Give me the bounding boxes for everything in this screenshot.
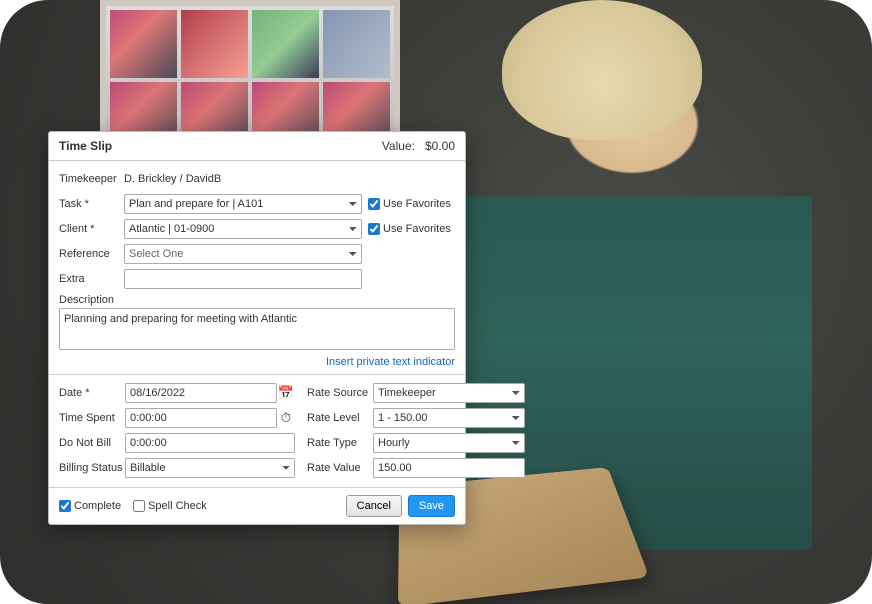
dialog-title: Time Slip — [59, 139, 112, 153]
rate-source-label: Rate Source — [307, 387, 373, 399]
client-label: Client * — [59, 223, 124, 235]
description-textarea[interactable]: Planning and preparing for meeting with … — [59, 308, 455, 350]
rate-level-select[interactable]: 1 - 150.00 — [373, 408, 525, 428]
description-label: Description — [59, 294, 455, 306]
rate-level-label: Rate Level — [307, 412, 373, 424]
task-favorites-toggle[interactable]: Use Favorites — [368, 198, 451, 210]
calendar-icon[interactable]: 📅 — [277, 384, 295, 402]
dialog-header: Time Slip Value: $0.00 — [49, 132, 465, 161]
reference-label: Reference — [59, 248, 124, 260]
complete-toggle[interactable]: Complete — [59, 500, 121, 512]
date-label: Date * — [59, 387, 125, 399]
cancel-button[interactable]: Cancel — [346, 495, 402, 517]
client-favorites-checkbox[interactable] — [368, 223, 380, 235]
time-spent-label: Time Spent — [59, 412, 125, 424]
dialog-footer: Complete Spell Check Cancel Save — [49, 487, 465, 524]
do-not-bill-input[interactable] — [125, 433, 295, 453]
timekeeper-label: Timekeeper — [59, 173, 124, 185]
task-favorites-checkbox[interactable] — [368, 198, 380, 210]
timekeeper-value: D. Brickley / DavidB — [124, 173, 221, 185]
client-select[interactable]: Atlantic | 01-0900 — [124, 219, 362, 239]
rate-value-label: Rate Value — [307, 462, 373, 474]
time-slip-dialog: Time Slip Value: $0.00 Timekeeper D. Bri… — [48, 131, 466, 525]
billing-status-label: Billing Status — [59, 462, 125, 474]
rate-type-label: Rate Type — [307, 437, 373, 449]
insert-private-text-link[interactable]: Insert private text indicator — [326, 356, 455, 368]
extra-label: Extra — [59, 273, 124, 285]
dialog-value: Value: $0.00 — [382, 139, 455, 153]
rate-value-input[interactable] — [373, 458, 525, 478]
complete-checkbox[interactable] — [59, 500, 71, 512]
rate-type-select[interactable]: Hourly — [373, 433, 525, 453]
person-hair — [502, 0, 702, 140]
spell-check-toggle[interactable]: Spell Check — [133, 500, 207, 512]
client-favorites-toggle[interactable]: Use Favorites — [368, 223, 451, 235]
save-button[interactable]: Save — [408, 495, 455, 517]
rate-source-select[interactable]: Timekeeper — [373, 383, 525, 403]
billing-status-select[interactable]: Billable — [125, 458, 295, 478]
extra-input[interactable] — [124, 269, 362, 289]
task-select[interactable]: Plan and prepare for | A101 — [124, 194, 362, 214]
reference-select[interactable]: Select One — [124, 244, 362, 264]
do-not-bill-label: Do Not Bill — [59, 437, 125, 449]
date-input[interactable] — [125, 383, 277, 403]
time-spent-input[interactable] — [125, 408, 277, 428]
task-label: Task * — [59, 198, 124, 210]
spell-check-checkbox[interactable] — [133, 500, 145, 512]
timer-icon[interactable]: ⏱ — [277, 409, 295, 427]
section-divider — [49, 374, 465, 375]
